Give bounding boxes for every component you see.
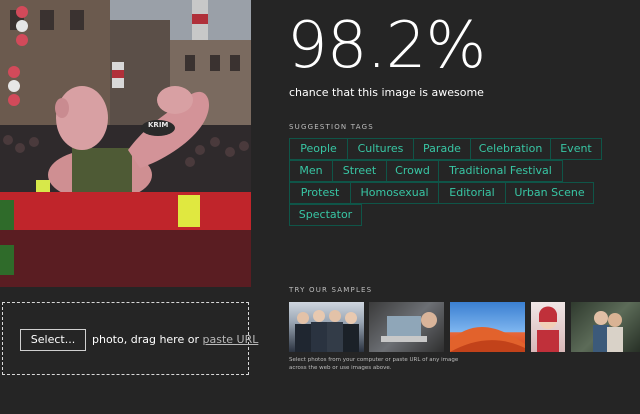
awesomeness-score: 98.2% xyxy=(287,9,486,83)
select-photo-button[interactable]: Select... xyxy=(20,329,86,351)
upload-dropzone[interactable]: Select... photo, drag here or paste URL xyxy=(2,302,258,375)
sample-images xyxy=(289,302,640,352)
sample-image-business-team[interactable] xyxy=(289,302,364,352)
tag-street[interactable]: Street xyxy=(332,160,387,182)
laptop-desk-thumbnail xyxy=(381,312,437,342)
tag-row: People Cultures Parade Celebration Event xyxy=(289,138,619,160)
sample-image-laptop-desk[interactable] xyxy=(369,302,444,352)
samples-heading: TRY OUR SAMPLES xyxy=(289,286,373,294)
desert-dunes-thumbnail xyxy=(450,327,525,352)
tag-row: Men Street Crowd Traditional Festival xyxy=(289,160,619,182)
tag-crowd[interactable]: Crowd xyxy=(386,160,439,182)
app-page: KRIM Select... photo, drag here or paste… xyxy=(0,0,640,414)
samples-hint: Select photos from your computer or past… xyxy=(289,357,459,371)
suggestion-tags: People Cultures Parade Celebration Event… xyxy=(289,138,619,226)
float-badge-text: KRIM xyxy=(148,121,169,129)
upload-instruction-text: photo, drag here or xyxy=(92,333,199,346)
tag-homosexual[interactable]: Homosexual xyxy=(350,182,439,204)
business-team-thumbnail xyxy=(295,310,359,352)
tag-spectator[interactable]: Spectator xyxy=(289,204,362,226)
tag-protest[interactable]: Protest xyxy=(289,182,351,204)
sample-image-desert-dunes[interactable] xyxy=(450,302,525,352)
tag-event[interactable]: Event xyxy=(550,138,602,160)
tag-row: Spectator xyxy=(289,204,619,226)
tag-men[interactable]: Men xyxy=(289,160,333,182)
sample-image-girl-portrait[interactable] xyxy=(531,302,565,352)
sample-image-couple[interactable] xyxy=(571,302,640,352)
couple-thumbnail xyxy=(593,311,623,352)
tag-row: Protest Homosexual Editorial Urban Scene xyxy=(289,182,619,204)
suggestion-tags-heading: SUGGESTION TAGS xyxy=(289,123,374,131)
tag-people[interactable]: People xyxy=(289,138,348,160)
girl-portrait-thumbnail xyxy=(537,306,559,352)
image-panel: KRIM Select... photo, drag here or paste… xyxy=(0,0,258,414)
tag-urban-scene[interactable]: Urban Scene xyxy=(505,182,594,204)
analyzed-photo: KRIM xyxy=(0,0,251,287)
upload-instruction: photo, drag here or paste URL xyxy=(92,333,258,346)
tag-editorial[interactable]: Editorial xyxy=(438,182,506,204)
tag-celebration[interactable]: Celebration xyxy=(470,138,551,160)
score-caption: chance that this image is awesome xyxy=(289,86,484,99)
tag-traditional-festival[interactable]: Traditional Festival xyxy=(438,160,563,182)
tag-parade[interactable]: Parade xyxy=(413,138,471,160)
parade-float-illustration xyxy=(0,0,251,287)
paste-url-link[interactable]: paste URL xyxy=(202,333,258,346)
tag-cultures[interactable]: Cultures xyxy=(347,138,414,160)
